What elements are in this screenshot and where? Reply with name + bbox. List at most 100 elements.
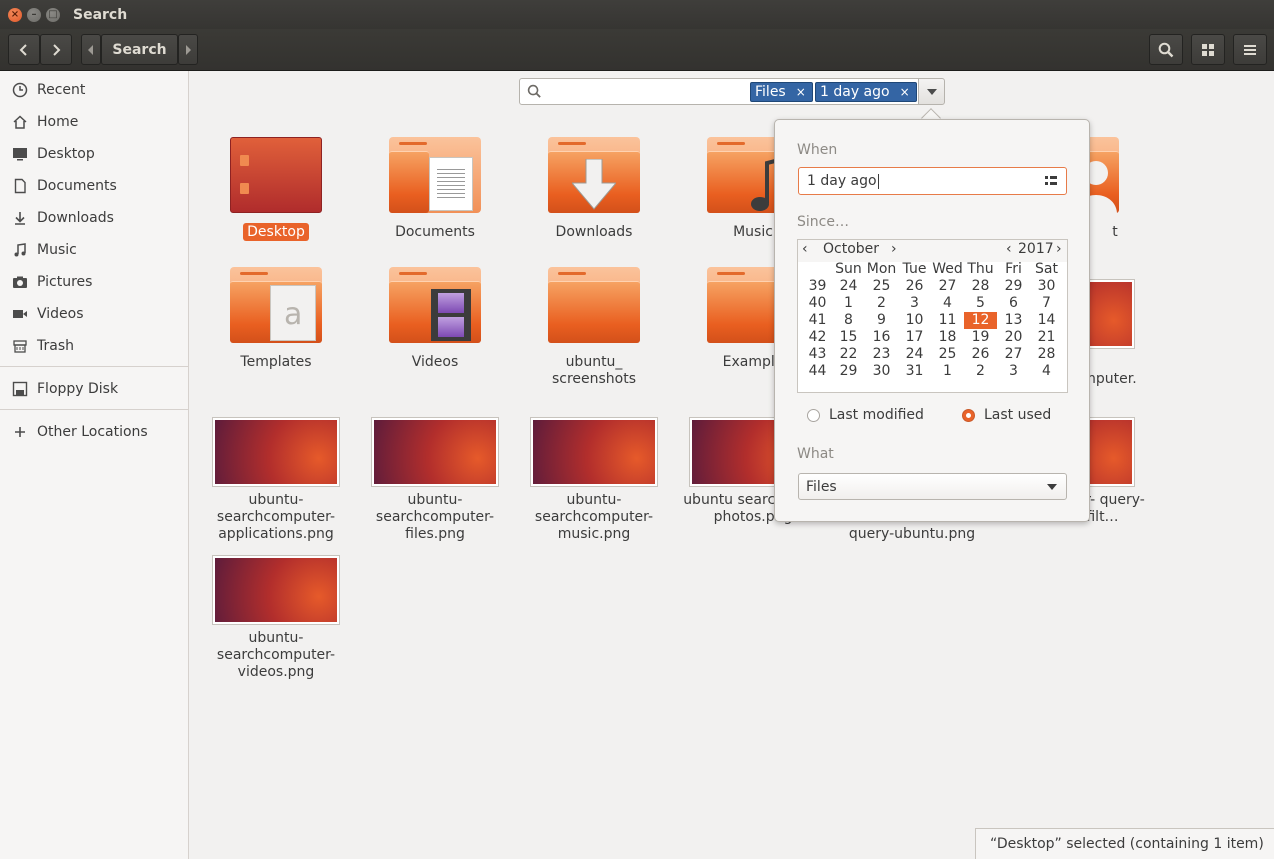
- file-item[interactable]: Desktop: [201, 137, 351, 242]
- file-item[interactable]: a Templates: [201, 267, 351, 372]
- calendar-day[interactable]: 2: [964, 363, 997, 380]
- menu-button[interactable]: [1233, 34, 1267, 65]
- file-item[interactable]: Documents: [360, 137, 510, 242]
- calendar-day[interactable]: 19: [964, 329, 997, 346]
- videos-folder-icon: [389, 267, 481, 343]
- calendar-day[interactable]: 16: [865, 329, 898, 346]
- what-dropdown[interactable]: Files: [798, 473, 1067, 500]
- calendar-day[interactable]: 26: [898, 278, 931, 295]
- calendar-day[interactable]: 2: [865, 295, 898, 312]
- sidebar-item-music[interactable]: Music: [0, 235, 188, 265]
- calendar-day[interactable]: 12: [964, 312, 997, 329]
- calendar-day[interactable]: 10: [898, 312, 931, 329]
- maximize-window-button[interactable]: □: [46, 7, 60, 22]
- file-label: ubuntu- searchcomputer- videos.png: [216, 630, 336, 680]
- sidebar-item-downloads[interactable]: Downloads: [0, 203, 188, 233]
- next-month-button[interactable]: ›: [891, 241, 897, 257]
- calendar-day[interactable]: 26: [964, 346, 997, 363]
- forward-button[interactable]: [40, 34, 72, 65]
- sidebar-item-home[interactable]: Home: [0, 107, 188, 137]
- sidebar-item-recent[interactable]: Recent: [0, 75, 188, 105]
- close-window-button[interactable]: ×: [8, 7, 22, 22]
- search-tag-date[interactable]: 1 day ago ×: [815, 82, 917, 102]
- calendar-day[interactable]: 30: [1030, 278, 1063, 295]
- calendar-day[interactable]: 14: [1030, 312, 1063, 329]
- calendar-day[interactable]: 3: [997, 363, 1030, 380]
- calendar-day[interactable]: 7: [1030, 295, 1063, 312]
- radio-last-modified[interactable]: Last modified: [807, 407, 924, 423]
- calendar-day[interactable]: 3: [898, 295, 931, 312]
- radio-last-used[interactable]: Last used: [962, 407, 1051, 423]
- music-icon: [12, 242, 28, 258]
- calendar-day[interactable]: 22: [832, 346, 865, 363]
- calendar-day[interactable]: 29: [832, 363, 865, 380]
- sidebar-item-documents[interactable]: Documents: [0, 171, 188, 201]
- calendar-day[interactable]: 27: [931, 278, 964, 295]
- calendar-day[interactable]: 17: [898, 329, 931, 346]
- sidebar-item-desktop[interactable]: Desktop: [0, 139, 188, 169]
- file-item[interactable]: ubuntu- searchcomputer- videos.png: [201, 555, 351, 680]
- calendar-day[interactable]: 25: [931, 346, 964, 363]
- calendar-day[interactable]: 31: [898, 363, 931, 380]
- calendar-day[interactable]: 24: [898, 346, 931, 363]
- next-year-button[interactable]: ›: [1056, 241, 1062, 257]
- view-toggle-button[interactable]: [1191, 34, 1225, 65]
- sidebar-item-videos[interactable]: Videos: [0, 299, 188, 329]
- calendar-day[interactable]: 15: [832, 329, 865, 346]
- tag-label: 1 day ago: [820, 84, 890, 100]
- file-item[interactable]: Downloads: [519, 137, 669, 242]
- calendar-day[interactable]: 20: [997, 329, 1030, 346]
- weekday-header: Wed: [932, 261, 963, 277]
- calendar-day[interactable]: 27: [997, 346, 1030, 363]
- search-toggle-button[interactable]: [1149, 34, 1183, 65]
- file-item[interactable]: ubuntu- searchcomputer- applications.png: [201, 417, 351, 542]
- path-segment-search[interactable]: Search: [101, 34, 178, 65]
- calendar-day[interactable]: 8: [832, 312, 865, 329]
- sidebar-item-label: Pictures: [37, 274, 93, 290]
- file-item[interactable]: ubuntu- searchcomputer- files.png: [360, 417, 510, 542]
- calendar-day[interactable]: 18: [931, 329, 964, 346]
- search-input[interactable]: Files × 1 day ago ×: [519, 78, 919, 105]
- calendar-day[interactable]: 25: [865, 278, 898, 295]
- hamburger-icon: [1244, 44, 1256, 55]
- calendar-day[interactable]: 6: [997, 295, 1030, 312]
- file-item[interactable]: ubuntu- searchcomputer- music.png: [519, 417, 669, 542]
- sidebar-item-pictures[interactable]: Pictures: [0, 267, 188, 297]
- sidebar-item-other-locations[interactable]: Other Locations: [0, 417, 188, 447]
- file-item[interactable]: Videos: [360, 267, 510, 372]
- remove-tag-icon[interactable]: ×: [796, 85, 806, 99]
- sidebar-item-trash[interactable]: Trash: [0, 331, 188, 361]
- path-scroll-left-button[interactable]: [81, 34, 101, 65]
- radio-indicator: [962, 408, 975, 422]
- camera-icon: [12, 274, 28, 290]
- calendar-day[interactable]: 5: [964, 295, 997, 312]
- remove-tag-icon[interactable]: ×: [900, 85, 910, 99]
- file-item[interactable]: ubuntu_ screenshots: [519, 267, 669, 387]
- prev-month-button[interactable]: ‹: [802, 241, 808, 257]
- calendar-day[interactable]: 24: [832, 278, 865, 295]
- list-toggle-icon[interactable]: [1045, 176, 1057, 186]
- calendar-day[interactable]: 30: [865, 363, 898, 380]
- calendar-day[interactable]: 4: [1030, 363, 1063, 380]
- calendar-day[interactable]: 1: [832, 295, 865, 312]
- calendar-day[interactable]: 28: [964, 278, 997, 295]
- calendar-day[interactable]: 11: [931, 312, 964, 329]
- prev-year-button[interactable]: ‹: [1006, 241, 1012, 257]
- calendar-day[interactable]: 13: [997, 312, 1030, 329]
- when-field[interactable]: 1 day ago: [798, 167, 1067, 195]
- week-number: 40: [808, 295, 827, 311]
- sidebar-item-floppy-disk[interactable]: Floppy Disk: [0, 374, 188, 404]
- calendar-day[interactable]: 23: [865, 346, 898, 363]
- minimize-window-button[interactable]: –: [27, 7, 41, 22]
- back-button[interactable]: [8, 34, 40, 65]
- path-scroll-right-button[interactable]: [178, 34, 198, 65]
- search-tag-files[interactable]: Files ×: [750, 82, 813, 102]
- calendar-day[interactable]: 9: [865, 312, 898, 329]
- calendar-day[interactable]: 4: [931, 295, 964, 312]
- calendar-day[interactable]: 21: [1030, 329, 1063, 346]
- calendar-day[interactable]: 29: [997, 278, 1030, 295]
- status-bar: “Desktop” selected (containing 1 item): [975, 828, 1274, 859]
- search-options-button[interactable]: [918, 78, 945, 105]
- calendar-day[interactable]: 1: [931, 363, 964, 380]
- calendar-day[interactable]: 28: [1030, 346, 1063, 363]
